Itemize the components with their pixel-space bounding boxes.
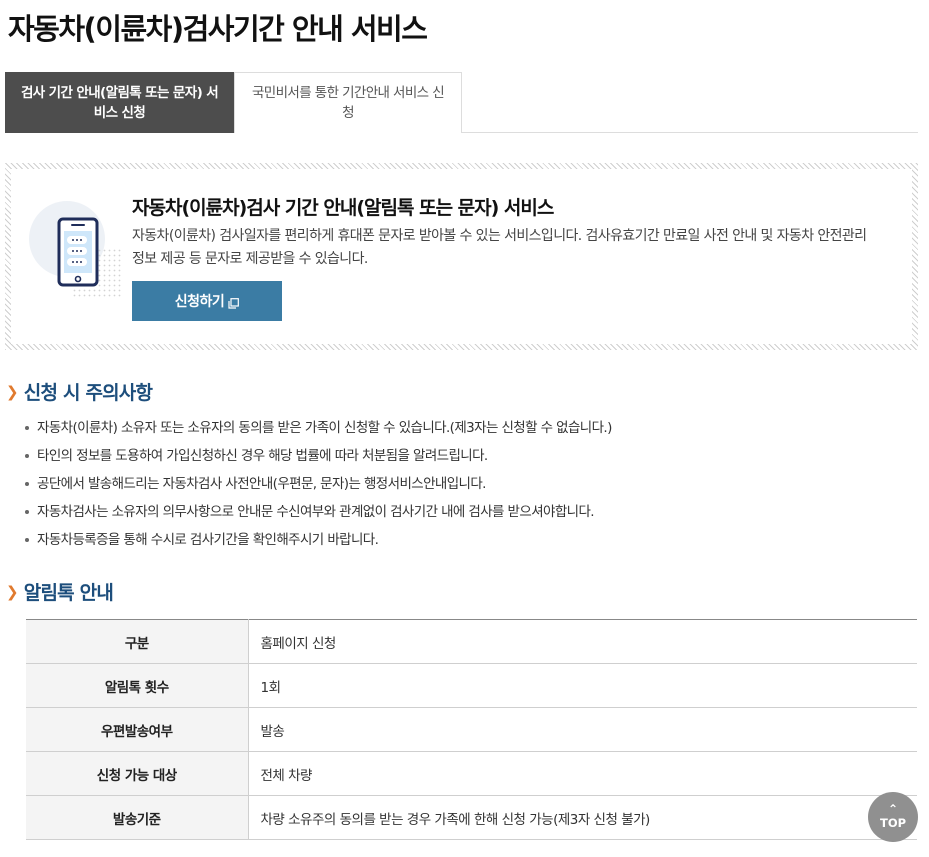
row-value: 발송 — [248, 707, 917, 752]
tab-bar: 검사 기간 안내(알림톡 또는 문자) 서비스 신청 국민비서를 통한 기간안내… — [5, 72, 918, 133]
alimtalk-title-text: 알림톡 안내 — [23, 582, 114, 604]
external-link-icon — [228, 296, 240, 309]
service-title: 자동차(이륜차)검사 기간 안내(알림톡 또는 문자) 서비스 — [132, 197, 554, 219]
tab-alimtalk-apply[interactable]: 검사 기간 안내(알림톡 또는 문자) 서비스 신청 — [5, 72, 234, 133]
notice-section-title: ❯ 신청 시 주의사항 — [6, 378, 153, 405]
chevron-right-icon: ❯ — [6, 382, 19, 401]
scroll-top-label: TOP — [879, 816, 907, 830]
table-row: 발송기준 차량 소유주의 동의를 받는 경우 가족에 한해 신청 가능(제3자 … — [26, 795, 917, 840]
row-label: 알림톡 횟수 — [26, 663, 249, 708]
row-value: 홈페이지 신청 — [248, 619, 917, 664]
alimtalk-section-title: ❯ 알림톡 안내 — [6, 578, 114, 605]
service-box: 자동차(이륜차)검사 기간 안내(알림톡 또는 문자) 서비스 자동차(이륜차)… — [5, 163, 918, 350]
row-value: 차량 소유주의 동의를 받는 경우 가족에 한해 신청 가능(제3자 신청 불가… — [248, 795, 917, 840]
notice-item: 자동차검사는 소유자의 의무사항으로 안내문 수신여부와 관계없이 검사기간 내… — [24, 498, 612, 526]
page-title: 자동차(이륜차)검사기간 안내 서비스 — [8, 12, 428, 46]
apply-button-label: 신청하기 — [174, 293, 225, 309]
row-label: 발송기준 — [26, 795, 249, 840]
phone-message-icon — [23, 199, 123, 299]
service-description: 자동차(이륜차) 검사일자를 편리하게 휴대폰 문자로 받아볼 수 있는 서비스… — [132, 228, 867, 267]
table-row: 구분 홈페이지 신청 — [26, 619, 917, 664]
notice-list: 자동차(이륜차) 소유자 또는 소유자의 동의를 받은 가족이 신청할 수 있습… — [24, 414, 612, 554]
row-value: 전체 차량 — [248, 751, 917, 796]
tab-national-secretary[interactable]: 국민비서를 통한 기간안내 서비스 신청 — [234, 72, 462, 133]
table-row: 알림톡 횟수 1회 — [26, 663, 917, 708]
table-row: 우편발송여부 발송 — [26, 707, 917, 752]
notice-item: 자동차(이륜차) 소유자 또는 소유자의 동의를 받은 가족이 신청할 수 있습… — [24, 414, 612, 442]
notice-item: 타인의 정보를 도용하여 가입신청하신 경우 해당 법률에 따라 처분됨을 알려… — [24, 442, 612, 470]
row-label: 구분 — [26, 619, 249, 664]
notice-item: 자동차등록증을 통해 수시로 검사기간을 확인해주시기 바랍니다. — [24, 526, 612, 554]
row-label: 우편발송여부 — [26, 707, 249, 752]
table-row: 신청 가능 대상 전체 차량 — [26, 751, 917, 796]
chevron-up-icon: ⌃ — [887, 802, 899, 816]
notice-item: 공단에서 발송해드리는 자동차검사 사전안내(우편문, 문자)는 행정서비스안내… — [24, 470, 612, 498]
row-label: 신청 가능 대상 — [26, 751, 249, 796]
scroll-top-button[interactable]: ⌃ TOP — [868, 792, 918, 842]
alimtalk-info-table: 구분 홈페이지 신청 알림톡 횟수 1회 우편발송여부 발송 신청 가능 대상 … — [26, 619, 917, 840]
chevron-right-icon: ❯ — [6, 582, 19, 601]
row-value: 1회 — [248, 663, 917, 708]
notice-title-text: 신청 시 주의사항 — [23, 382, 153, 404]
apply-button[interactable]: 신청하기 — [132, 281, 282, 321]
